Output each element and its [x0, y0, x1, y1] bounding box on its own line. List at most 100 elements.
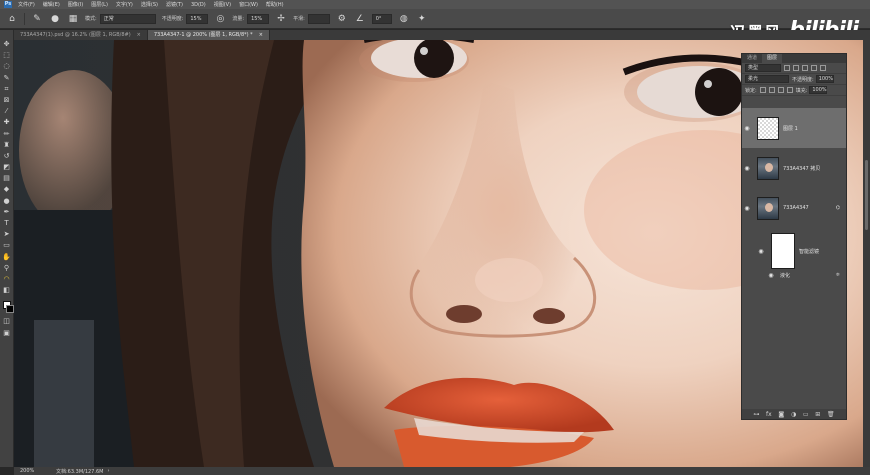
layer-thumbnail — [757, 116, 779, 140]
fill-field[interactable]: 100% — [809, 86, 828, 94]
default-colors-icon[interactable]: ◧ — [2, 286, 12, 295]
opacity-label: 不透明度: — [792, 76, 814, 83]
type-tool-icon[interactable]: T — [2, 219, 12, 228]
layer-style-icon[interactable]: fx — [766, 411, 772, 418]
pen-tool-icon[interactable]: ✒ — [2, 208, 12, 217]
gradient-tool-icon[interactable]: ▤ — [2, 174, 12, 183]
lock-position-icon[interactable] — [777, 87, 784, 93]
filter-adjustment-icon[interactable] — [793, 65, 799, 71]
menu-type[interactable]: 文字(Y) — [116, 1, 133, 8]
smart-filter-row[interactable]: ◉ 智能滤镜 — [742, 230, 846, 272]
document-tab-bar: 733A4347(1).psd @ 16.2% (图层 1, RGB/8#) × … — [14, 30, 870, 40]
pressure-opacity-icon[interactable]: ◎ — [214, 13, 226, 25]
tab-channels[interactable]: 通道 — [742, 54, 762, 63]
screen-mode-icon[interactable]: ▣ — [2, 329, 12, 338]
blur-tool-icon[interactable]: ◆ — [2, 185, 12, 194]
lasso-tool-icon[interactable]: ◌ — [2, 62, 12, 71]
edit-toolbar-icon[interactable]: ◠ — [2, 275, 12, 284]
menu-filter[interactable]: 滤镜(T) — [166, 1, 183, 8]
photoshop-logo-icon[interactable]: Ps — [4, 1, 12, 8]
airbrush-icon[interactable]: ✢ — [275, 13, 287, 25]
eraser-tool-icon[interactable]: ◩ — [2, 163, 12, 172]
visibility-eye-icon[interactable]: ◉ — [766, 272, 776, 279]
brush-preset-icon[interactable]: ● — [49, 13, 61, 25]
zoom-tool-icon[interactable]: ⚲ — [2, 264, 12, 273]
background-color-swatch[interactable] — [5, 305, 14, 314]
close-icon[interactable]: × — [259, 32, 263, 38]
frame-tool-icon[interactable]: ⊠ — [2, 96, 12, 105]
mode-select[interactable]: 正常 — [99, 13, 156, 24]
menu-select[interactable]: 选择(S) — [141, 1, 158, 8]
filter-smart-object-icon[interactable] — [820, 65, 826, 71]
link-layers-icon[interactable]: ⊶ — [753, 411, 759, 418]
layer-name: 智能滤镜 — [799, 248, 820, 255]
filter-pixel-icon[interactable] — [784, 65, 790, 71]
dodge-tool-icon[interactable]: ● — [2, 197, 12, 206]
angle-field[interactable]: 0° — [371, 13, 392, 24]
menu-window[interactable]: 窗口(W) — [239, 1, 258, 8]
healing-brush-tool-icon[interactable]: ✚ — [2, 118, 12, 127]
menu-image[interactable]: 图像(I) — [68, 1, 83, 8]
scrollbar-thumb[interactable] — [865, 160, 868, 230]
filter-shape-icon[interactable] — [811, 65, 817, 71]
filter-options-icon[interactable]: ≑ — [836, 272, 840, 278]
divider — [24, 12, 25, 25]
opacity-field[interactable]: 15% — [186, 13, 209, 24]
layer-name: 733A4347 — [783, 205, 809, 211]
new-layer-icon[interactable]: ⊞ — [815, 411, 820, 418]
path-select-tool-icon[interactable]: ➤ — [2, 230, 12, 239]
new-group-icon[interactable]: ▭ — [803, 411, 809, 418]
close-icon[interactable]: × — [137, 32, 141, 38]
menu-help[interactable]: 帮助(H) — [266, 1, 284, 8]
menu-layer[interactable]: 图层(L) — [91, 1, 108, 8]
move-tool-icon[interactable]: ✥ — [2, 40, 12, 49]
clone-stamp-tool-icon[interactable]: ♜ — [2, 141, 12, 150]
smoothing-options-icon[interactable]: ⚙ — [336, 13, 348, 25]
blend-mode-select[interactable]: 柔光 — [745, 75, 789, 83]
visibility-eye-icon[interactable]: ◉ — [742, 165, 752, 172]
lock-image-icon[interactable] — [768, 87, 775, 93]
layer-opacity-field[interactable]: 100% — [815, 75, 834, 83]
menu-3d[interactable]: 3D(D) — [191, 2, 206, 8]
visibility-eye-icon[interactable]: ◉ — [742, 125, 752, 132]
layer-thumbnail — [757, 156, 779, 180]
document-tab[interactable]: 733A4347(1).psd @ 16.2% (图层 1, RGB/8#) × — [14, 30, 148, 40]
zoom-level[interactable]: 200% — [20, 468, 50, 474]
delete-layer-icon[interactable]: 🗑 — [827, 411, 835, 418]
visibility-eye-icon[interactable]: ◉ — [742, 205, 752, 212]
lock-all-icon[interactable] — [786, 87, 793, 93]
layer-row-selected[interactable]: ◉ 图层 1 — [742, 108, 846, 148]
hand-tool-icon[interactable]: ✋ — [2, 253, 12, 262]
quick-mask-icon[interactable]: ◫ — [2, 317, 12, 326]
eyedropper-tool-icon[interactable]: ⁄ — [2, 107, 12, 116]
crop-tool-icon[interactable]: ⌗ — [2, 85, 12, 94]
smoothing-field[interactable] — [307, 13, 330, 24]
pressure-size-icon[interactable]: ◍ — [398, 13, 410, 25]
brush-tool-icon[interactable]: ✎ — [31, 13, 43, 25]
quick-select-tool-icon[interactable]: ✎ — [2, 74, 12, 83]
panel-dock-scrollbar[interactable] — [863, 40, 870, 467]
symmetry-icon[interactable]: ✦ — [416, 13, 428, 25]
add-mask-icon[interactable]: ◙ — [778, 411, 784, 418]
home-icon[interactable]: ⌂ — [6, 13, 18, 25]
filter-item-row[interactable]: ◉ 液化 ≑ — [742, 270, 846, 280]
brush-tool-icon[interactable]: ✏ — [2, 130, 12, 139]
visibility-eye-icon[interactable]: ◉ — [756, 248, 766, 255]
brush-settings-icon[interactable]: ▦ — [67, 13, 79, 25]
filter-type-icon[interactable] — [802, 65, 808, 71]
flow-field[interactable]: 15% — [247, 13, 270, 24]
lock-transparent-icon[interactable] — [759, 87, 766, 93]
menu-file[interactable]: 文件(F) — [18, 1, 35, 8]
tab-layers[interactable]: 图层 — [762, 54, 783, 63]
layer-row[interactable]: ◉ 733A4347 ⌬ — [742, 190, 846, 226]
marquee-tool-icon[interactable]: ⬚ — [2, 51, 12, 60]
rectangle-tool-icon[interactable]: ▭ — [2, 241, 12, 250]
filter-kind-select[interactable]: 类型 — [745, 64, 781, 72]
menu-edit[interactable]: 编辑(E) — [43, 1, 60, 8]
adjustment-layer-icon[interactable]: ◑ — [791, 411, 796, 418]
history-brush-tool-icon[interactable]: ↺ — [2, 152, 12, 161]
layer-row[interactable]: ◉ 733A4347 拷贝 — [742, 150, 846, 186]
menu-view[interactable]: 视图(V) — [214, 1, 231, 8]
document-tab-active[interactable]: 733A4347-1 @ 200% (图层 1, RGB/8*) * × — [147, 30, 270, 40]
status-menu-icon[interactable]: › — [107, 468, 109, 474]
